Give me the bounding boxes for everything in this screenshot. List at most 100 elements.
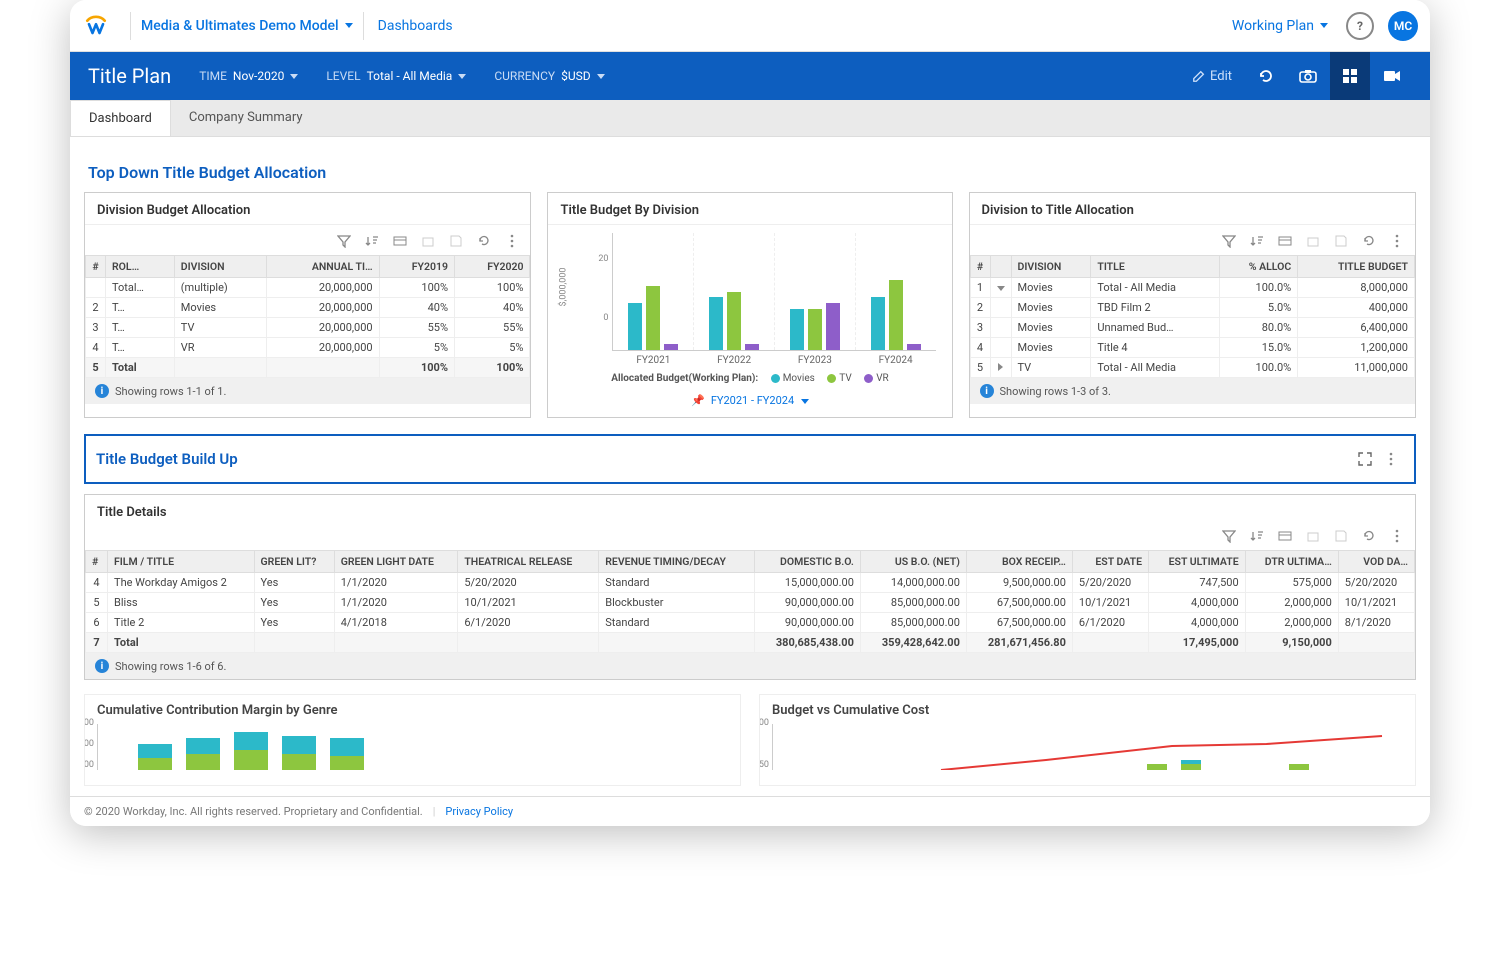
divider [363,12,364,40]
time-selector[interactable]: TIME Nov-2020 [199,69,298,83]
chart-bar [709,297,723,350]
table-row[interactable]: 4The Workday Amigos 2Yes1/1/20205/20/202… [86,573,1415,593]
plan-name: Working Plan [1232,18,1314,34]
tab-dashboard[interactable]: Dashboard [70,100,171,136]
columns-icon[interactable] [1275,231,1295,251]
sort-icon[interactable] [1247,231,1267,251]
chart-group: FY2023 [775,233,856,350]
card-toolbar [85,225,530,255]
help-button[interactable]: ? [1346,12,1374,40]
chart-bar [745,344,759,350]
table-row[interactable]: 5BlissYes1/1/202010/1/2021Blockbuster90,… [86,593,1415,613]
line-chart: 10050 [772,724,1403,770]
division-budget-grid[interactable]: # ROL… DIVISION ANNUAL TI… FY2019 FY2020… [85,255,530,378]
model-name: Media & Ultimates Demo Model [141,18,339,34]
chart-bar [826,303,840,350]
table-row[interactable]: 2T…Movies20,000,00040%40% [86,298,530,318]
page-footer: © 2020 Workday, Inc. All rights reserved… [70,796,1430,826]
snapshot-button[interactable] [1288,52,1328,100]
plan-selector[interactable]: Working Plan [1232,18,1328,34]
card-title: Cumulative Contribution Margin by Genre [97,703,728,718]
model-selector[interactable]: Media & Ultimates Demo Model [141,18,353,34]
table-row[interactable]: 3T…TV20,000,00055%55% [86,318,530,338]
filter-icon[interactable] [1219,231,1239,251]
export-icon [1303,231,1323,251]
card-title: Budget vs Cumulative Cost [772,703,1403,718]
chevron-down-icon [345,23,353,28]
chart-group: FY2024 [856,233,936,350]
table-row[interactable]: 6Title 2Yes4/1/20186/1/2020Standard90,00… [86,613,1415,633]
breadcrumb-link[interactable]: Dashboards [378,18,453,34]
more-icon[interactable] [1387,526,1407,546]
card-footer: iShowing rows 1-1 of 1. [85,378,530,404]
table-row[interactable]: 7Total380,685,438.00359,428,642.00281,67… [86,633,1415,653]
level-selector[interactable]: LEVEL Total - All Media [326,69,466,83]
chart-bar [646,286,660,350]
info-icon: i [95,659,109,673]
chart-group: FY2022 [694,233,775,350]
card-cumulative-margin: Cumulative Contribution Margin by Genre … [84,694,741,786]
export-icon [1303,526,1323,546]
table-row[interactable]: 4T…VR20,000,0005%5% [86,338,530,358]
card-footer: iShowing rows 1-3 of 3. [970,378,1415,404]
more-icon[interactable] [1378,446,1404,472]
top-nav: Media & Ultimates Demo Model Dashboards … [70,0,1430,52]
columns-icon[interactable] [390,231,410,251]
table-row[interactable]: 4MoviesTitle 415.0%1,200,000 [970,338,1414,358]
chart-group: FY2021 [613,233,694,350]
pin-icon: 📌 [691,394,705,407]
tab-bar: Dashboard Company Summary [70,100,1430,137]
card-title-budget-chart: Title Budget By Division $,000,000 200 F… [547,192,952,418]
privacy-link[interactable]: Privacy Policy [445,805,513,818]
card-toolbar [85,520,1415,550]
refresh-icon[interactable] [1359,526,1379,546]
title-details-grid[interactable]: #FILM / TITLEGREEN LIT?GREEN LIGHT DATET… [85,550,1415,653]
table-row[interactable]: 2MoviesTBD Film 25.0%400,000 [970,298,1414,318]
card-title-details: Title Details #FILM / TITLEGREEN LIT?GRE… [84,494,1416,680]
user-avatar[interactable]: MC [1388,11,1418,41]
sort-icon[interactable] [1247,526,1267,546]
card-division-budget: Division Budget Allocation # ROL… DIVISI… [84,192,531,418]
card-title: Title Details [85,495,1415,520]
currency-selector[interactable]: CURRENCY $USD [494,69,604,83]
filter-icon[interactable] [334,231,354,251]
refresh-button[interactable] [1246,52,1286,100]
info-icon: i [95,384,109,398]
table-row[interactable]: 5TVTotal - All Media100.0%11,000,000 [970,358,1414,378]
chevron-down-icon [1320,23,1328,28]
chart-bar [628,303,642,350]
chart-category-label: FY2023 [775,355,855,366]
divider [130,12,131,40]
refresh-icon[interactable] [1359,231,1379,251]
refresh-icon[interactable] [474,231,494,251]
save-icon [1331,526,1351,546]
more-icon[interactable] [1387,231,1407,251]
table-row[interactable]: Total…(multiple)20,000,000100%100% [86,278,530,298]
expand-icon[interactable] [1352,446,1378,472]
export-icon [418,231,438,251]
chart-bar [727,292,741,351]
columns-icon[interactable] [1275,526,1295,546]
page-title: Title Plan [88,64,171,88]
edit-button[interactable]: Edit [1180,52,1244,100]
tab-company-summary[interactable]: Company Summary [171,100,321,136]
chart-bar [790,309,804,350]
table-row[interactable]: 5Total100%100% [86,358,530,378]
video-button[interactable] [1372,52,1412,100]
sort-icon[interactable] [362,231,382,251]
grid-view-button[interactable] [1330,52,1370,100]
table-row[interactable]: 3MoviesUnnamed Bud…80.0%6,400,000 [970,318,1414,338]
workday-logo-icon [82,12,110,40]
chart-range-selector[interactable]: 📌FY2021 - FY2024 [548,390,951,417]
more-icon[interactable] [502,231,522,251]
filter-icon[interactable] [1219,526,1239,546]
table-row[interactable]: 1MoviesTotal - All Media100.0%8,000,000 [970,278,1414,298]
chart-bar [889,280,903,350]
card-toolbar [970,225,1415,255]
save-icon [1331,231,1351,251]
card-title: Title Budget By Division [548,193,951,225]
div-title-grid[interactable]: # DIVISION TITLE % ALLOC TITLE BUDGET 1M… [970,255,1415,378]
chart-bar [808,309,822,350]
info-icon: i [980,384,994,398]
stacked-bar-chart: 7,5005,0002,500 [97,724,728,770]
